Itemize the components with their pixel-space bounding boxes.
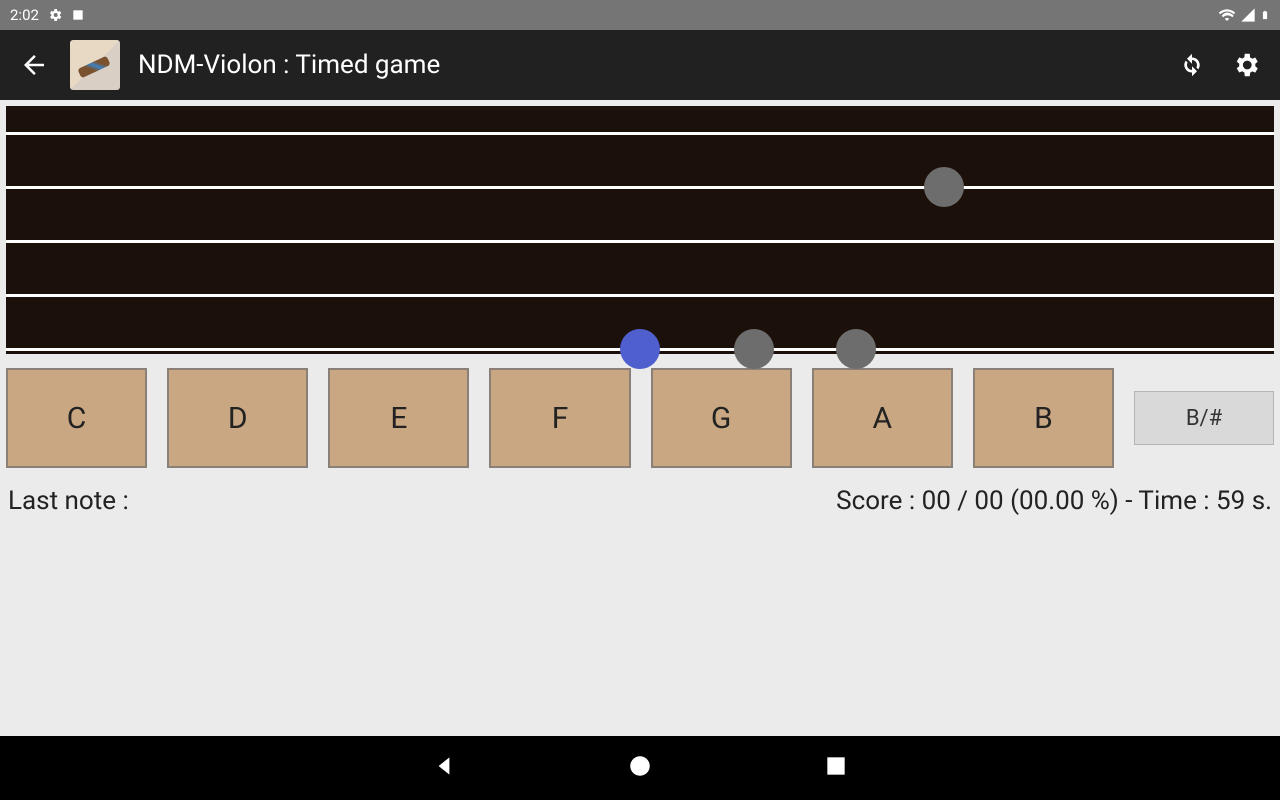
status-time: 2:02 xyxy=(10,6,39,24)
gear-mini-icon xyxy=(47,7,63,23)
back-button[interactable] xyxy=(16,47,52,83)
nav-home-button[interactable] xyxy=(627,753,653,783)
note-button-b[interactable]: B xyxy=(973,368,1114,468)
flat-sharp-button[interactable]: B/# xyxy=(1134,391,1274,445)
status-bar: 2:02 xyxy=(0,0,1280,30)
note-button-c[interactable]: C xyxy=(6,368,147,468)
fretboard[interactable] xyxy=(0,100,1280,360)
square-mini-icon xyxy=(71,8,85,22)
app-title: NDM-Violon : Timed game xyxy=(138,50,1156,80)
wifi-icon xyxy=(1218,6,1236,24)
signal-icon xyxy=(1240,7,1256,23)
string-line xyxy=(6,132,1274,135)
note-dot[interactable] xyxy=(734,329,774,369)
app-logo-icon xyxy=(70,40,120,90)
circle-home-icon xyxy=(627,753,653,779)
string-line xyxy=(6,240,1274,243)
android-nav-bar xyxy=(0,736,1280,800)
square-recent-icon xyxy=(823,753,849,779)
note-button-e[interactable]: E xyxy=(328,368,469,468)
content-area: CDEFGAB B/# Last note : Score : 00 / 00 (… xyxy=(0,100,1280,736)
note-button-d[interactable]: D xyxy=(167,368,308,468)
settings-button[interactable] xyxy=(1228,47,1264,83)
triangle-back-icon xyxy=(431,753,457,779)
gear-icon xyxy=(1231,50,1261,80)
note-dot[interactable] xyxy=(924,167,964,207)
note-button-a[interactable]: A xyxy=(812,368,953,468)
nav-recent-button[interactable] xyxy=(823,753,849,783)
note-buttons-row: CDEFGAB B/# xyxy=(0,360,1280,476)
nav-back-button[interactable] xyxy=(431,753,457,783)
last-note-label: Last note : xyxy=(8,486,129,516)
note-dot[interactable] xyxy=(620,329,660,369)
note-button-f[interactable]: F xyxy=(489,368,630,468)
arrow-back-icon xyxy=(19,50,49,80)
refresh-button[interactable] xyxy=(1174,47,1210,83)
app-bar: NDM-Violon : Timed game xyxy=(0,30,1280,100)
battery-icon xyxy=(1260,6,1270,24)
info-row: Last note : Score : 00 / 00 (00.00 %) - … xyxy=(0,476,1280,526)
string-line xyxy=(6,186,1274,189)
note-button-g[interactable]: G xyxy=(651,368,792,468)
refresh-icon xyxy=(1177,50,1207,80)
note-dot[interactable] xyxy=(836,329,876,369)
string-line xyxy=(6,294,1274,297)
score-time-text: Score : 00 / 00 (00.00 %) - Time : 59 s. xyxy=(836,486,1272,516)
